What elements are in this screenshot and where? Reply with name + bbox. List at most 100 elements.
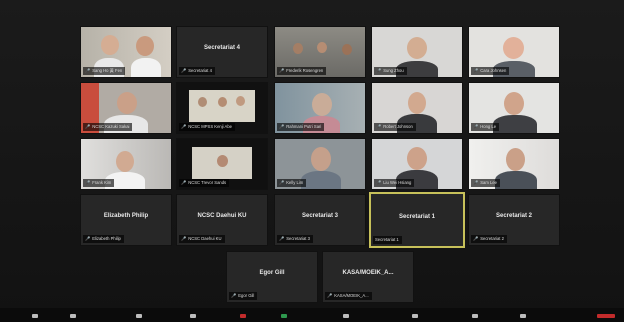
participant-name-label: 🎤 NCSC Daehui KU: [179, 235, 225, 243]
participant-body: [301, 171, 341, 189]
video-icon[interactable]: [70, 314, 76, 318]
end-call-icon[interactable]: [597, 314, 615, 318]
participant-tile[interactable]: 🎤 NCSC MPSS Kenji Abe: [176, 82, 268, 134]
participant-tile[interactable]: NCSC Daehui KU 🎤 NCSC Daehui KU: [176, 194, 268, 246]
record-icon[interactable]: [240, 314, 246, 318]
participant-name-label: 🎤 KASA/MOEIK_A...: [325, 292, 372, 300]
participant-name-label: 🎤 Frederik Rosengren: [277, 67, 327, 75]
apps-icon[interactable]: [472, 314, 478, 318]
participant-name-label: 🎤 Robert Johnson: [374, 123, 416, 131]
participant-name-label: 🎤 NCSC MPSS Kenji Abe: [179, 123, 235, 131]
participants-icon[interactable]: [190, 314, 196, 318]
mic-muted-icon: 🎤: [181, 180, 187, 185]
meeting-toolbar: [0, 308, 624, 322]
participant-body: [495, 171, 537, 189]
participant-tile[interactable]: 🎤 Sang Ho 黃 Fen: [80, 26, 172, 78]
participant-name-label: 🎤 Secretariat 3: [277, 235, 313, 243]
participant-tile[interactable]: KASA/MOEIK_A... 🎤 KASA/MOEIK_A...: [322, 251, 414, 303]
participant-tile[interactable]: 🎤 Sung Zhou: [371, 26, 463, 78]
participant-name-label: 🎤 Rahmani Putri Sari: [277, 123, 325, 131]
mic-muted-icon: 🎤: [181, 68, 187, 73]
participant-center-name: Secretariat 3: [301, 213, 339, 219]
mic-muted-icon: 🎤: [279, 236, 285, 241]
participant-name-label: 🎤 Secretariat 2: [471, 235, 507, 243]
participant-tile[interactable]: Secretariat 2 🎤 Secretariat 2: [468, 194, 560, 246]
participant-tile[interactable]: 🎤 Sam Lee: [468, 138, 560, 190]
participant-face: [236, 96, 245, 106]
mic-muted-icon: 🎤: [279, 68, 285, 73]
participant-tile[interactable]: Egor Gill 🎤 Egor Gill: [226, 251, 318, 303]
participant-face: [117, 92, 137, 114]
participant-tile-active-speaker[interactable]: Secretariat 1 Secretariat 1: [369, 192, 465, 248]
mic-muted-icon: 🎤: [181, 236, 187, 241]
mic-muted-icon: 🎤: [85, 236, 91, 241]
more-icon[interactable]: [520, 314, 526, 318]
participant-face: [317, 42, 327, 53]
participant-center-name: Secretariat 2: [495, 213, 533, 219]
participant-tile[interactable]: 🎤 NCSC Trevor Sands: [176, 138, 268, 190]
participant-center-name: Egor Gill: [259, 270, 285, 276]
participant-tile[interactable]: 🎤 Cara Johnsen: [468, 26, 560, 78]
mic-muted-icon: 🎤: [85, 180, 91, 185]
participant-face: [312, 93, 332, 116]
participant-name-label: 🎤 Kelly Lim: [277, 179, 307, 187]
participant-tile[interactable]: Elizabeth Philip 🎤 Elizabeth Philip: [80, 194, 172, 246]
participant-tile[interactable]: Secretariat 4 🎤 Secretariat 4: [176, 26, 268, 78]
participant-face: [198, 97, 207, 107]
participant-face: [311, 147, 331, 171]
participant-name-label: Secretariat 1: [373, 236, 402, 244]
mic-muted-icon: 🎤: [473, 124, 479, 129]
participant-tile[interactable]: 🎤 NCSC Kazuki Sakai: [80, 82, 172, 134]
participant-face: [407, 147, 427, 170]
participant-tile[interactable]: 🎤 Frank Kim: [80, 138, 172, 190]
participant-tile[interactable]: 🎤 Rahmani Putri Sari: [274, 82, 366, 134]
participant-name-label: 🎤 NCSC Trevor Sands: [179, 179, 230, 187]
participant-face: [342, 44, 352, 55]
reactions-icon[interactable]: [412, 314, 418, 318]
participant-name-label: 🎤 Frank Kim: [83, 179, 115, 187]
mic-muted-icon: 🎤: [473, 236, 479, 241]
participant-tile[interactable]: Secretariat 3 🎤 Secretariat 3: [274, 194, 366, 246]
participant-tile[interactable]: 🎤 Robert Johnson: [371, 82, 463, 134]
participant-face: [136, 36, 154, 56]
mic-muted-icon: 🎤: [231, 293, 237, 298]
participant-face: [408, 92, 426, 114]
participant-center-name: KASA/MOEIK_A...: [342, 270, 394, 276]
mic-muted-icon: 🎤: [473, 68, 479, 73]
mute-icon[interactable]: [32, 314, 38, 318]
mic-muted-icon: 🎤: [376, 68, 382, 73]
participant-tile[interactable]: 🎤 Hong Le: [468, 82, 560, 134]
security-icon[interactable]: [136, 314, 142, 318]
participant-name-label: 🎤 Sang Ho 黃 Fen: [83, 67, 126, 75]
participant-tile[interactable]: 🎤 Kelly Lim: [274, 138, 366, 190]
participant-name-label: 🎤 Hong Le: [471, 123, 500, 131]
chat-icon[interactable]: [343, 314, 349, 318]
participant-name-label: 🎤 NCSC Kazuki Sakai: [83, 123, 133, 131]
participant-face: [116, 151, 134, 172]
mic-muted-icon: 🎤: [85, 68, 91, 73]
participant-face: [503, 37, 524, 59]
participant-name-label: 🎤 Sam Lee: [471, 179, 500, 187]
participant-name-label: 🎤 Egor Gill: [229, 292, 258, 300]
participant-center-name: Elizabeth Philip: [103, 213, 149, 219]
mic-muted-icon: 🎤: [279, 180, 285, 185]
mic-muted-icon: 🎤: [376, 124, 382, 129]
participant-body: [131, 58, 161, 77]
mic-muted-icon: 🎤: [327, 293, 333, 298]
mic-muted-icon: 🎤: [279, 124, 285, 129]
share-screen-icon[interactable]: [281, 314, 287, 318]
participant-center-name: Secretariat 4: [203, 45, 241, 51]
mic-muted-icon: 🎤: [376, 180, 382, 185]
zoom-meeting-gallery: 🎤 Sang Ho 黃 Fen Secretariat 4 🎤 Secretaria…: [0, 0, 624, 322]
participant-face: [101, 35, 119, 55]
mic-muted-icon: 🎤: [473, 180, 479, 185]
participant-face: [217, 155, 228, 167]
participant-tile[interactable]: 🎤 Frederik Rosengren: [274, 26, 366, 78]
participant-face: [407, 37, 427, 59]
participant-name-label: 🎤 Cara Johnsen: [471, 67, 510, 75]
participant-name-label: 🎤 Sung Zhou: [374, 67, 407, 75]
participant-face: [218, 97, 227, 107]
participant-tile[interactable]: 🎤 Liu Wei Hsiang: [371, 138, 463, 190]
mic-muted-icon: 🎤: [85, 124, 91, 129]
participant-body: [493, 115, 537, 133]
